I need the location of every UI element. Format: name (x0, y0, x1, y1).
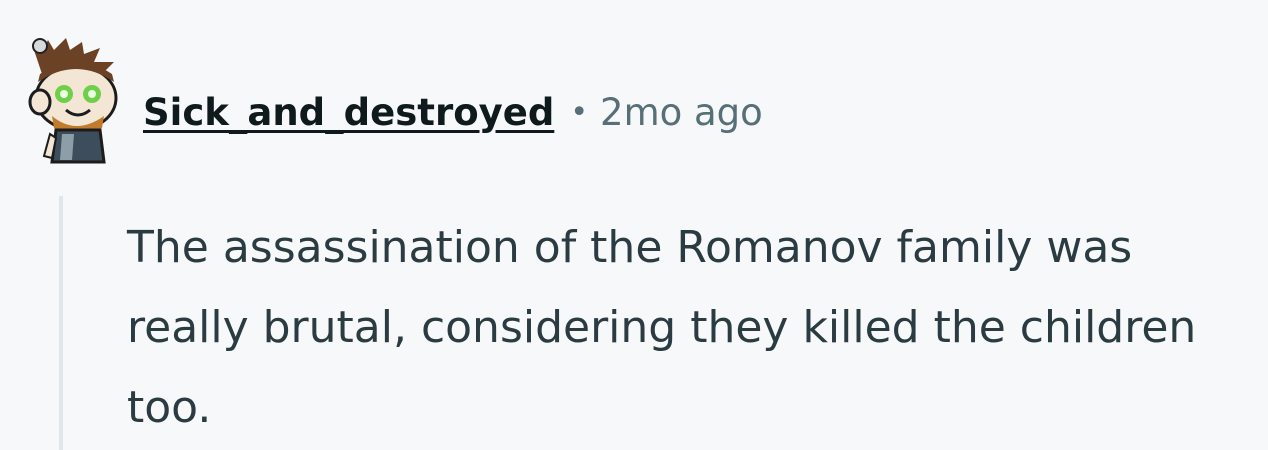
comment-timestamp[interactable]: 2mo ago (600, 91, 763, 134)
user-avatar[interactable] (22, 30, 124, 165)
thread-collapse-line[interactable] (59, 196, 63, 450)
comment-meta: Sick_and_destroyed • 2mo ago (143, 82, 763, 142)
author-link[interactable]: Sick_and_destroyed (143, 91, 554, 134)
meta-separator: • (570, 94, 589, 130)
comment-body: The assassination of the Romanov family … (127, 222, 1197, 433)
comment: Sick_and_destroyed • 2mo ago The assassi… (0, 0, 1268, 450)
snoo-avatar-icon (28, 38, 118, 164)
